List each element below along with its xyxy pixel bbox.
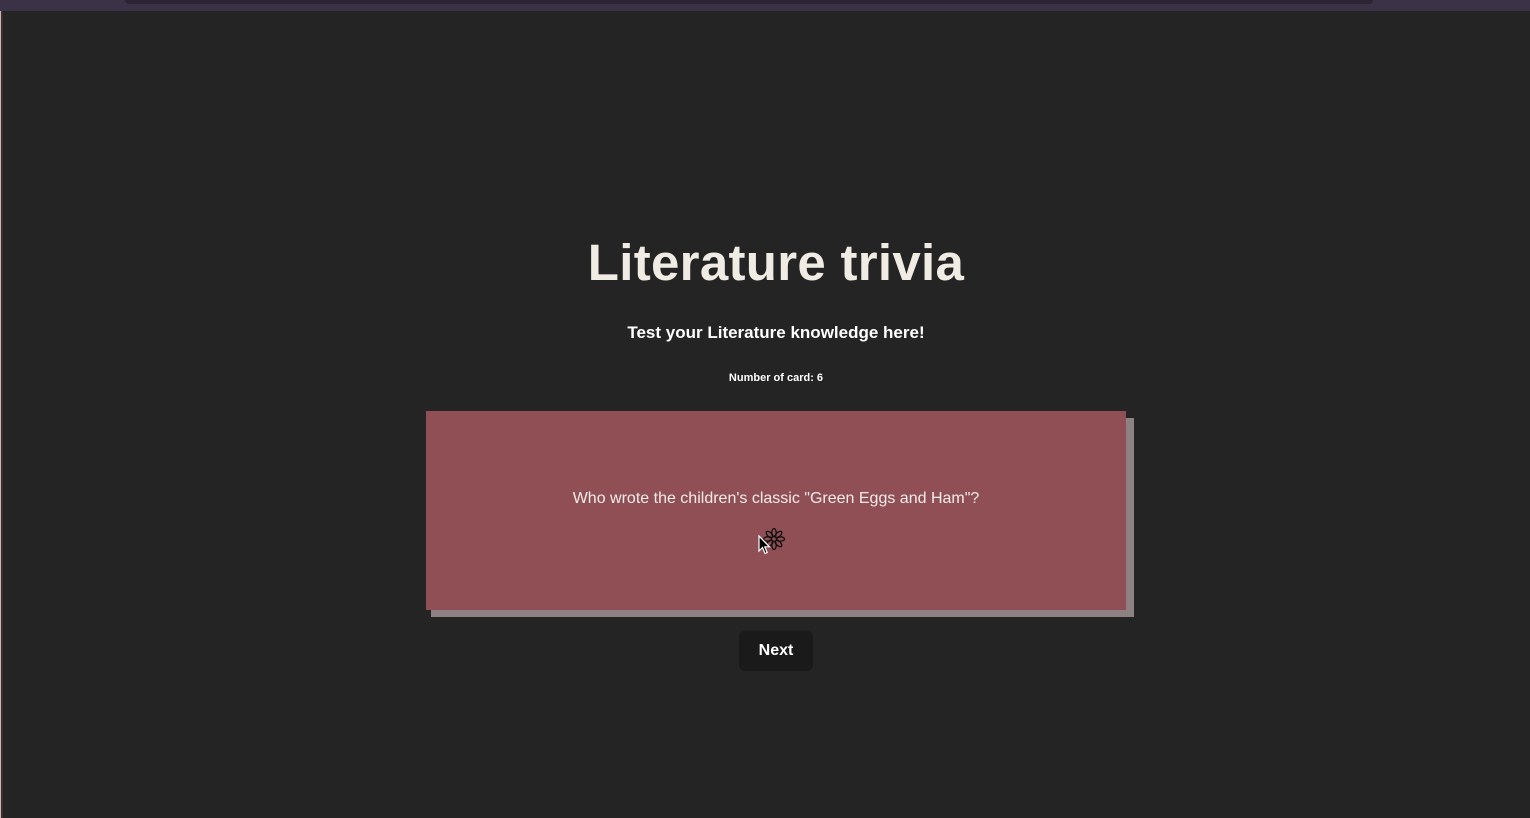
browser-tab-bar: [125, 0, 1373, 4]
page-subtitle: Test your Literature knowledge here!: [627, 323, 925, 342]
trivia-app: Literature trivia Test your Literature k…: [3, 11, 1530, 818]
next-button[interactable]: Next: [739, 631, 813, 671]
flashcard[interactable]: Who wrote the children's classic "Green …: [426, 411, 1126, 610]
page-title: Literature trivia: [587, 234, 965, 291]
card-question: Who wrote the children's classic "Green …: [572, 490, 980, 507]
browser-top-strip: [0, 0, 1530, 11]
card-count: Number of card: 6: [728, 372, 824, 384]
mouse-cursor-icon: [758, 535, 771, 555]
